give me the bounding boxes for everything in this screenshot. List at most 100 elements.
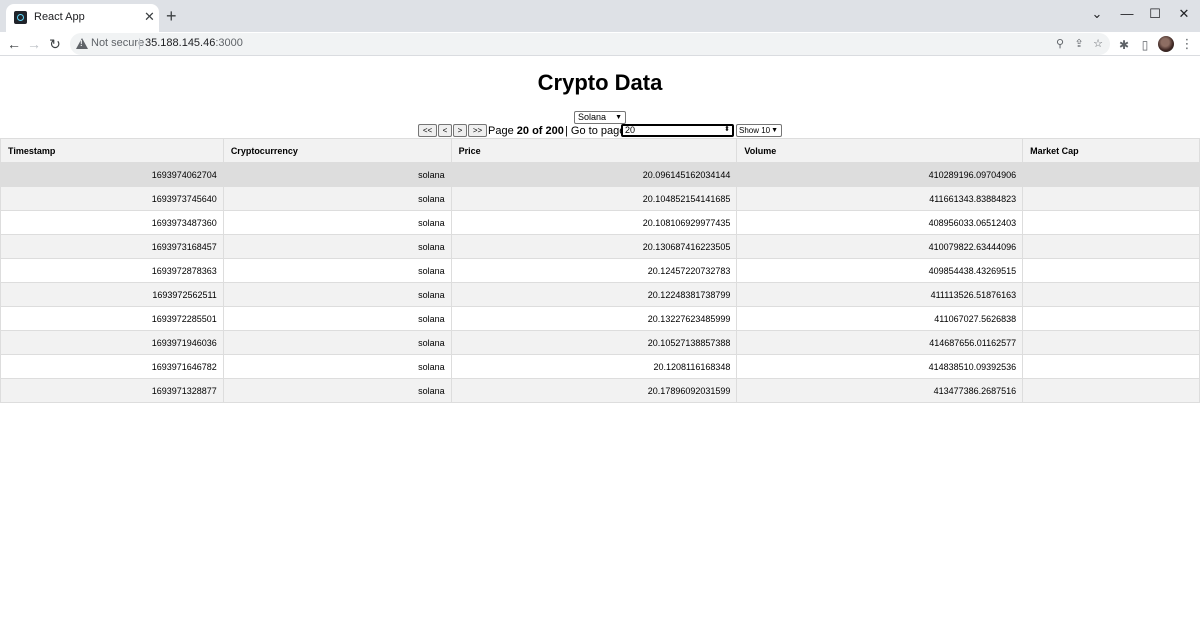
- next-page-button[interactable]: >: [453, 124, 467, 137]
- cell-timestamp: 1693972878363: [0, 258, 224, 283]
- header-cryptocurrency[interactable]: Cryptocurrency: [222, 138, 452, 163]
- goto-page-input[interactable]: 20 ⬍: [621, 124, 734, 137]
- extensions-icon[interactable]: ✱: [1115, 36, 1133, 54]
- page-content: Crypto Data Solana ▼ << < > >> Page 20 o…: [0, 57, 1200, 620]
- omnibox[interactable]: Not secure | 35.188.145.46:3000 ⚲ ⇪ ☆: [70, 33, 1110, 55]
- cell-market-cap: [1022, 354, 1200, 379]
- warning-triangle-icon[interactable]: [76, 38, 88, 49]
- cell-volume: 411067027.5626838: [736, 306, 1024, 331]
- cell-timestamp: 1693971646782: [0, 354, 224, 379]
- cell-timestamp: 1693973745640: [0, 186, 224, 211]
- cell-price: 20.096145162034144: [450, 162, 738, 187]
- table-row[interactable]: 1693972285501 solana 20.13227623485999 4…: [0, 306, 1200, 331]
- cell-price: 20.10527138857388: [450, 330, 738, 355]
- react-favicon-icon: [14, 11, 27, 24]
- header-volume[interactable]: Volume: [736, 138, 1024, 163]
- security-label[interactable]: Not secure: [91, 37, 144, 49]
- cell-timestamp: 1693973487360: [0, 210, 224, 235]
- cell-volume: 414838510.09392536: [736, 354, 1024, 379]
- profile-avatar[interactable]: [1158, 36, 1174, 52]
- zoom-icon[interactable]: ⚲: [1052, 36, 1068, 52]
- crypto-select[interactable]: Solana ▼: [574, 111, 626, 124]
- browser-tab-strip: React App ✕ + ⌄ — ☐ ✕: [0, 0, 1200, 32]
- cell-volume: 411113526.51876163: [736, 282, 1024, 307]
- table-row[interactable]: 1693974062704 solana 20.096145162034144 …: [0, 162, 1200, 187]
- goto-page-label: | Go to page:: [565, 125, 629, 137]
- cell-cryptocurrency: solana: [222, 210, 452, 235]
- cell-market-cap: [1022, 210, 1200, 235]
- cell-timestamp: 1693971946036: [0, 330, 224, 355]
- cell-market-cap: [1022, 234, 1200, 259]
- new-tab-button[interactable]: +: [166, 6, 177, 26]
- restore-button[interactable]: ☐: [1143, 3, 1167, 25]
- url-text[interactable]: 35.188.145.46:3000: [145, 37, 243, 49]
- tab-title: React App: [34, 11, 85, 23]
- cell-volume: 413477386.2687516: [736, 378, 1024, 403]
- prev-page-button[interactable]: <: [438, 124, 452, 137]
- bookmark-star-icon[interactable]: ☆: [1090, 36, 1106, 52]
- table-row[interactable]: 1693972562511 solana 20.12248381738799 4…: [0, 282, 1200, 307]
- page-indicator: Page 20 of 200: [488, 125, 564, 137]
- url-separator: |: [138, 36, 142, 50]
- sidepanel-icon[interactable]: ▯: [1136, 36, 1154, 54]
- cell-market-cap: [1022, 282, 1200, 307]
- cell-price: 20.12457220732783: [450, 258, 738, 283]
- tab-close-icon[interactable]: ✕: [144, 9, 155, 25]
- cell-market-cap: [1022, 258, 1200, 283]
- cell-cryptocurrency: solana: [222, 234, 452, 259]
- table-row[interactable]: 1693971646782 solana 20.1208116168348 41…: [0, 354, 1200, 379]
- cell-market-cap: [1022, 162, 1200, 187]
- cell-volume: 414687656.01162577: [736, 330, 1024, 355]
- cell-cryptocurrency: solana: [222, 162, 452, 187]
- cell-cryptocurrency: solana: [222, 282, 452, 307]
- cell-price: 20.17896092031599: [450, 378, 738, 403]
- cell-cryptocurrency: solana: [222, 258, 452, 283]
- back-arrow-icon[interactable]: ←: [4, 34, 24, 54]
- close-window-button[interactable]: ✕: [1172, 3, 1196, 25]
- header-timestamp[interactable]: Timestamp: [0, 138, 224, 163]
- cell-price: 20.13227623485999: [450, 306, 738, 331]
- cell-volume: 410289196.09704906: [736, 162, 1024, 187]
- table-row[interactable]: 1693972878363 solana 20.12457220732783 4…: [0, 258, 1200, 283]
- spinner-icon[interactable]: ⬍: [724, 125, 730, 134]
- minimize-button[interactable]: —: [1115, 3, 1139, 25]
- header-price[interactable]: Price: [450, 138, 738, 163]
- cell-timestamp: 1693972285501: [0, 306, 224, 331]
- crypto-table: Timestamp Cryptocurrency Price Volume Ma…: [0, 138, 1200, 403]
- table-row[interactable]: 1693971946036 solana 20.10527138857388 4…: [0, 330, 1200, 355]
- cell-price: 20.130687416223505: [450, 234, 738, 259]
- cell-market-cap: [1022, 186, 1200, 211]
- reload-icon[interactable]: ↻: [45, 34, 65, 54]
- cell-price: 20.108106929977435: [450, 210, 738, 235]
- forward-arrow-icon[interactable]: →: [24, 34, 44, 54]
- table-row[interactable]: 1693973168457 solana 20.130687416223505 …: [0, 234, 1200, 259]
- chevron-down-icon: ▼: [771, 127, 778, 134]
- chevron-down-icon: ▼: [615, 114, 622, 121]
- cell-price: 20.1208116168348: [450, 354, 738, 379]
- cell-timestamp: 1693974062704: [0, 162, 224, 187]
- cell-price: 20.12248381738799: [450, 282, 738, 307]
- cell-cryptocurrency: solana: [222, 378, 452, 403]
- table-row[interactable]: 1693973745640 solana 20.104852154141685 …: [0, 186, 1200, 211]
- table-row[interactable]: 1693973487360 solana 20.108106929977435 …: [0, 210, 1200, 235]
- first-page-button[interactable]: <<: [418, 124, 437, 137]
- cell-market-cap: [1022, 378, 1200, 403]
- page-size-select[interactable]: Show 10 ▼: [736, 124, 782, 137]
- header-market-cap[interactable]: Market Cap: [1022, 138, 1200, 163]
- cell-volume: 410079822.63444096: [736, 234, 1024, 259]
- address-bar: ← → ↻ Not secure | 35.188.145.46:3000 ⚲ …: [0, 32, 1200, 56]
- cell-volume: 408956033.06512403: [736, 210, 1024, 235]
- cell-volume: 411661343.83884823: [736, 186, 1024, 211]
- browser-tab[interactable]: React App ✕: [6, 4, 159, 32]
- last-page-button[interactable]: >>: [468, 124, 487, 137]
- table-row[interactable]: 1693971328877 solana 20.17896092031599 4…: [0, 378, 1200, 403]
- cell-cryptocurrency: solana: [222, 354, 452, 379]
- cell-cryptocurrency: solana: [222, 306, 452, 331]
- tab-search-icon[interactable]: ⌄: [1085, 3, 1109, 25]
- cell-timestamp: 1693973168457: [0, 234, 224, 259]
- share-icon[interactable]: ⇪: [1071, 36, 1087, 52]
- crypto-select-value: Solana: [578, 112, 607, 122]
- table-header-row: Timestamp Cryptocurrency Price Volume Ma…: [0, 138, 1200, 163]
- menu-icon[interactable]: ⋮: [1180, 35, 1194, 53]
- cell-market-cap: [1022, 330, 1200, 355]
